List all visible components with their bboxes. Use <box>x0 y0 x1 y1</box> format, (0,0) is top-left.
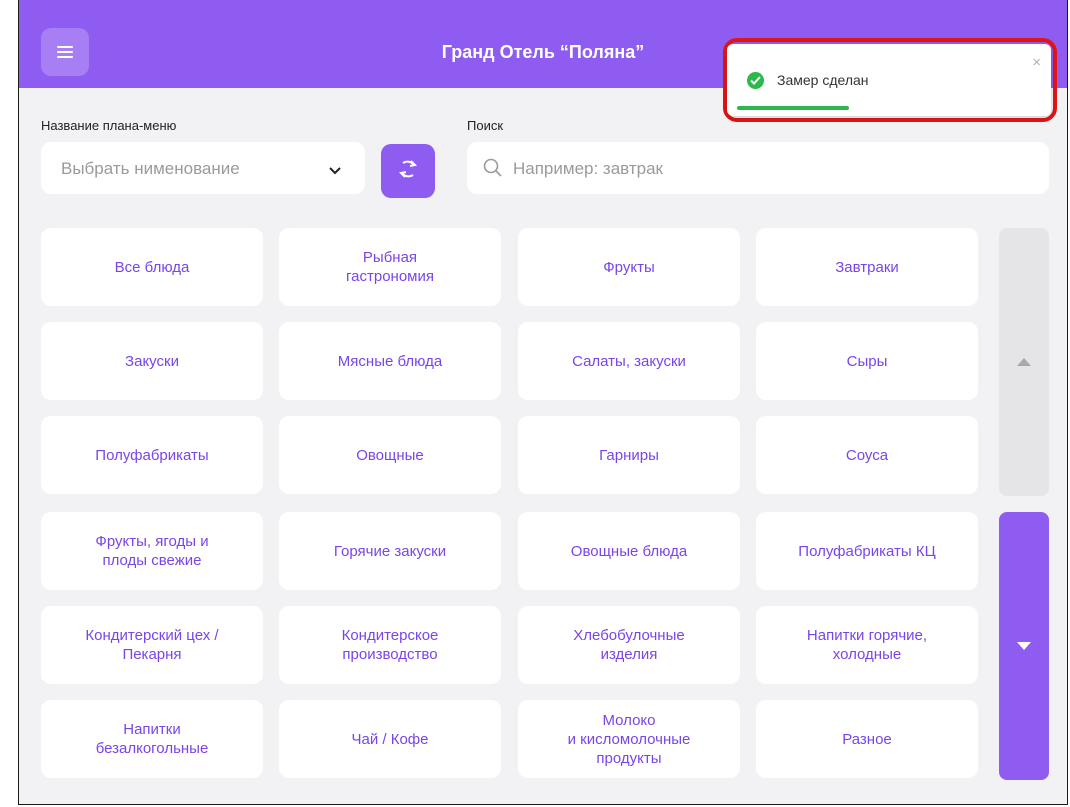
toast-message: Замер сделан <box>777 72 869 88</box>
scroll-down-button[interactable] <box>999 512 1049 780</box>
category-tile[interactable]: Мясные блюда <box>279 322 501 400</box>
category-tile[interactable]: Соуса <box>756 416 978 494</box>
category-tile[interactable]: Кондитерское производство <box>279 606 501 684</box>
chevron-down-icon <box>329 162 341 180</box>
scroll-up-button[interactable] <box>999 228 1049 496</box>
category-tile[interactable]: Салаты, закуски <box>518 322 740 400</box>
search-label: Поиск <box>467 118 504 133</box>
category-tile[interactable]: Гарниры <box>518 416 740 494</box>
category-tile[interactable]: Рыбная гастрономия <box>279 228 501 306</box>
category-tile[interactable]: Фрукты <box>518 228 740 306</box>
triangle-down-icon <box>1017 637 1031 655</box>
search-icon <box>483 158 503 183</box>
menu-plan-value: Выбрать нименование <box>61 159 240 178</box>
triangle-up-icon <box>1017 353 1031 371</box>
category-tile[interactable]: Овощные блюда <box>518 512 740 590</box>
category-tile[interactable]: Разное <box>756 700 978 778</box>
menu-plan-select[interactable]: Выбрать нименование <box>41 142 365 194</box>
category-tile[interactable]: Закуски <box>41 322 263 400</box>
category-tile[interactable]: Напитки горячие, холодные <box>756 606 978 684</box>
refresh-button[interactable] <box>381 144 435 198</box>
category-tile[interactable]: Хлебобулочные изделия <box>518 606 740 684</box>
category-tile[interactable]: Все блюда <box>41 228 263 306</box>
toast-progress-bar <box>737 106 849 110</box>
category-tile[interactable]: Овощные <box>279 416 501 494</box>
category-tile[interactable]: Завтраки <box>756 228 978 306</box>
category-tile[interactable]: Кондитерский цех / Пекарня <box>41 606 263 684</box>
category-tile[interactable]: Сыры <box>756 322 978 400</box>
category-tile[interactable]: Полуфабрикаты КЦ <box>756 512 978 590</box>
menu-plan-label: Название плана-меню <box>41 118 177 133</box>
category-tile[interactable]: Фрукты, ягоды и плоды свежие <box>41 512 263 590</box>
category-tile[interactable]: Молоко и кисломолочные продукты <box>518 700 740 778</box>
toast-notification: Замер сделан × <box>727 44 1051 116</box>
category-tile[interactable]: Чай / Кофе <box>279 700 501 778</box>
app-window: Гранд Отель “Поляна” Название плана-меню… <box>18 0 1068 805</box>
search-placeholder: Например: завтрак <box>513 159 663 178</box>
check-circle-icon <box>747 72 764 89</box>
search-input[interactable]: Например: завтрак <box>467 142 1049 194</box>
category-tile[interactable]: Полуфабрикаты <box>41 416 263 494</box>
close-icon[interactable]: × <box>1032 54 1041 71</box>
category-tile[interactable]: Напитки безалкогольные <box>41 700 263 778</box>
refresh-icon <box>397 158 419 185</box>
category-tile[interactable]: Горячие закуски <box>279 512 501 590</box>
